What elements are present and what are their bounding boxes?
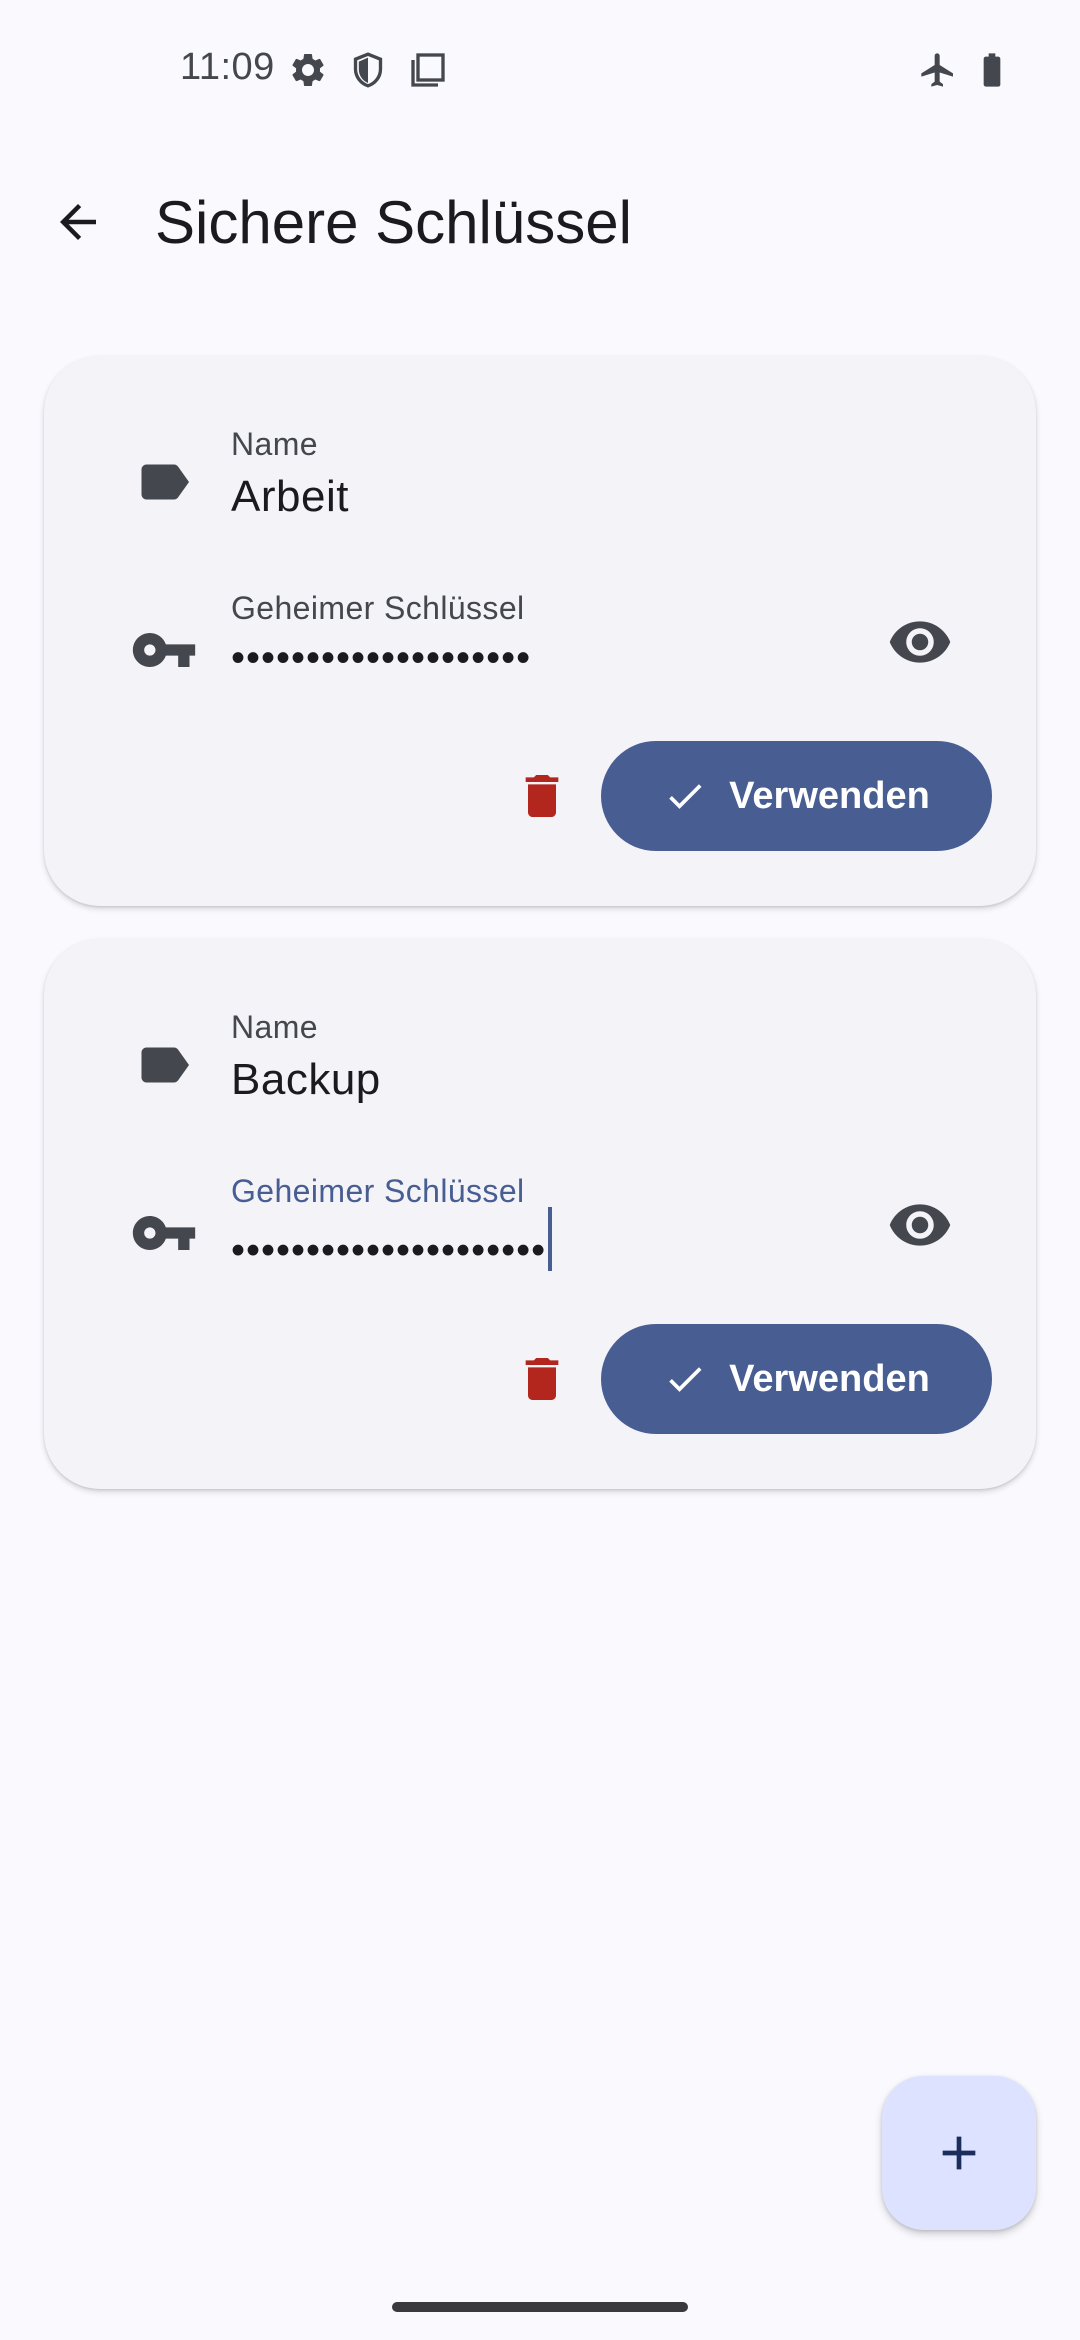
use-button[interactable]: Verwenden bbox=[601, 741, 992, 851]
top-app-bar: Sichere Schlüssel bbox=[0, 160, 1080, 290]
arrow-back-icon bbox=[60, 204, 96, 240]
airplane-mode-icon bbox=[921, 53, 953, 87]
label-icon bbox=[124, 1025, 204, 1105]
add-icon bbox=[942, 2136, 976, 2170]
back-button[interactable] bbox=[40, 184, 116, 260]
secret-key-value: ••••••••••••••••••••• bbox=[231, 1228, 547, 1273]
settings-icon bbox=[292, 53, 324, 86]
secret-key-label: Geheimer Schlüssel bbox=[231, 590, 525, 626]
delete-button[interactable] bbox=[504, 1341, 580, 1417]
check-icon bbox=[669, 784, 702, 809]
key-card-arbeit: Name Arbeit Geheimer Schlüssel •••••••••… bbox=[44, 356, 1036, 906]
use-button-label: Verwenden bbox=[729, 1357, 930, 1400]
toggle-visibility-button[interactable] bbox=[882, 1187, 958, 1263]
trash-icon bbox=[525, 1358, 559, 1400]
label-icon bbox=[124, 442, 204, 522]
page-title: Sichere Schlüssel bbox=[155, 189, 632, 256]
key-icon bbox=[120, 1189, 208, 1277]
toggle-visibility-button[interactable] bbox=[882, 604, 958, 680]
eye-icon bbox=[889, 1204, 951, 1246]
screenshot-icon bbox=[411, 53, 445, 87]
name-label: Name bbox=[231, 426, 318, 462]
status-time: 11:09 bbox=[180, 46, 275, 88]
key-icon bbox=[120, 606, 208, 694]
add-key-fab[interactable] bbox=[882, 2076, 1036, 2230]
delete-button[interactable] bbox=[504, 758, 580, 834]
secret-key-value: •••••••••••••••••••• bbox=[231, 636, 532, 680]
secret-key-field[interactable]: •••••••••••••••••••• bbox=[231, 638, 531, 678]
shield-icon bbox=[353, 52, 383, 88]
trash-icon bbox=[525, 775, 559, 817]
name-field[interactable]: Arbeit bbox=[231, 472, 349, 522]
name-field[interactable]: Backup bbox=[231, 1055, 381, 1105]
key-card-backup: Name Backup Geheimer Schlüssel •••••••••… bbox=[44, 939, 1036, 1489]
status-bar: 11:09 bbox=[0, 0, 1080, 140]
secret-key-field[interactable]: ••••••••••••••••••••• bbox=[231, 1207, 553, 1285]
check-icon bbox=[669, 1367, 702, 1392]
secret-key-label: Geheimer Schlüssel bbox=[231, 1173, 525, 1209]
eye-icon bbox=[889, 621, 951, 663]
text-cursor bbox=[548, 1207, 553, 1271]
use-button-label: Verwenden bbox=[729, 774, 930, 817]
home-indicator[interactable] bbox=[392, 2302, 688, 2312]
name-label: Name bbox=[231, 1009, 318, 1045]
battery-icon bbox=[983, 53, 1001, 87]
use-button[interactable]: Verwenden bbox=[601, 1324, 992, 1434]
